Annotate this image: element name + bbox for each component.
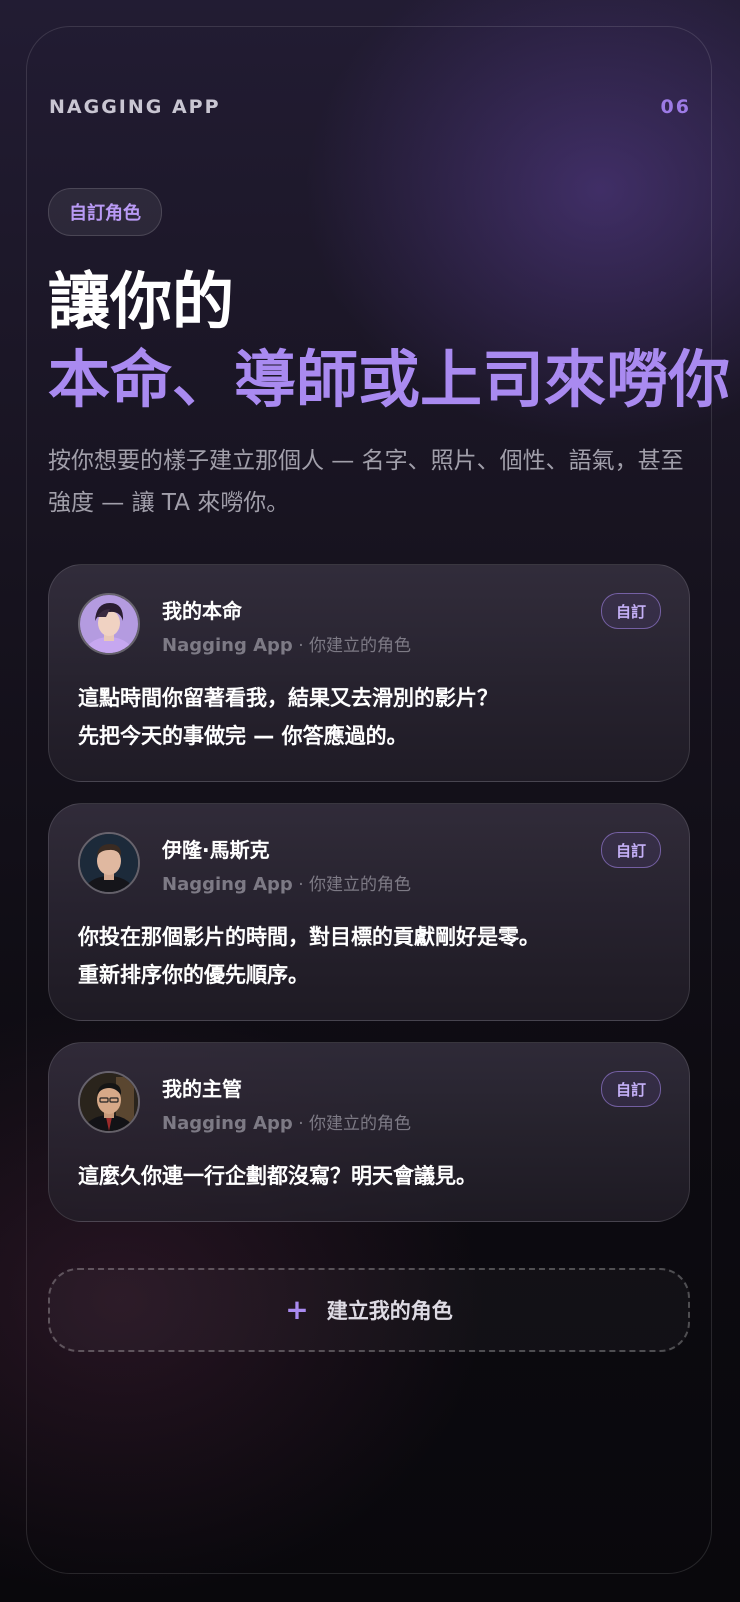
idol-avatar-icon [78,593,140,655]
character-meta: Nagging App · 你建立的角色 [162,1109,411,1134]
meta-separator: · [292,636,310,656]
plus-icon: + [285,1293,309,1326]
nag-message-line: 重新排序你的優先順序。 [78,963,309,987]
boss-avatar-icon [78,1071,140,1133]
nag-message: 這點時間你留著看我，結果又去滑別的影片？ 先把今天的事做完 — 你答應過的。 [78,679,658,755]
character-card-boss[interactable]: 我的主管 Nagging App · 你建立的角色 自訂 這麼久你連一行企劃都沒… [48,1042,690,1222]
page-number: 06 [660,96,691,118]
mentor-avatar-icon [78,832,140,894]
character-name: 伊隆·馬斯克 [162,838,270,862]
meta-role: 你建立的角色 [309,1114,412,1134]
meta-app-name: Nagging App [162,1113,293,1134]
meta-app-name: Nagging App [162,874,293,895]
create-character-button[interactable]: + 建立我的角色 [48,1268,690,1352]
page-subtitle: 按你想要的樣子建立那個人 — 名字、照片、個性、語氣，甚至強度 — 讓 TA 來… [48,448,684,516]
character-meta: Nagging App · 你建立的角色 [162,870,411,895]
nag-message: 你投在那個影片的時間，對目標的貢獻剛好是零。 重新排序你的優先順序。 [78,918,658,994]
nag-message-line: 你投在那個影片的時間，對目標的貢獻剛好是零。 [78,925,540,949]
custom-badge: 自訂 [600,593,661,629]
create-character-label: 建立我的角色 [326,1299,453,1323]
top-bar: NAGGING APP 06 [49,92,691,122]
custom-role-tag: 自訂角色 [48,188,162,236]
nag-message-line: 先把今天的事做完 — 你答應過的。 [78,724,408,748]
meta-separator: · [292,1114,310,1134]
character-name: 我的本命 [162,599,242,623]
meta-separator: · [292,875,310,895]
character-meta: Nagging App · 你建立的角色 [162,631,411,656]
page-title-line-1: 讓你的 [48,265,235,338]
app-name: NAGGING APP [49,96,221,118]
nag-message-line: 這點時間你留著看我，結果又去滑別的影片？ [78,686,498,710]
character-card-mentor[interactable]: 伊隆·馬斯克 Nagging App · 你建立的角色 自訂 你投在那個影片的時… [48,803,690,1021]
character-card-idol[interactable]: 我的本命 Nagging App · 你建立的角色 自訂 這點時間你留著看我，結… [48,564,690,782]
meta-app-name: Nagging App [162,635,293,656]
character-name: 我的主管 [162,1077,242,1101]
meta-role: 你建立的角色 [309,636,412,656]
nag-message: 這麼久你連一行企劃都沒寫？明天會議見。 [78,1157,658,1195]
custom-badge: 自訂 [600,832,661,868]
screen: NAGGING APP 06 自訂角色 讓你的 本命、導師或上司來嘮你 按你想要… [0,0,740,1602]
page-title-line-2: 本命、導師或上司來嘮你 [48,343,731,416]
meta-role: 你建立的角色 [309,875,412,895]
nag-message-line: 這麼久你連一行企劃都沒寫？明天會議見。 [78,1164,477,1188]
custom-badge: 自訂 [600,1071,661,1107]
